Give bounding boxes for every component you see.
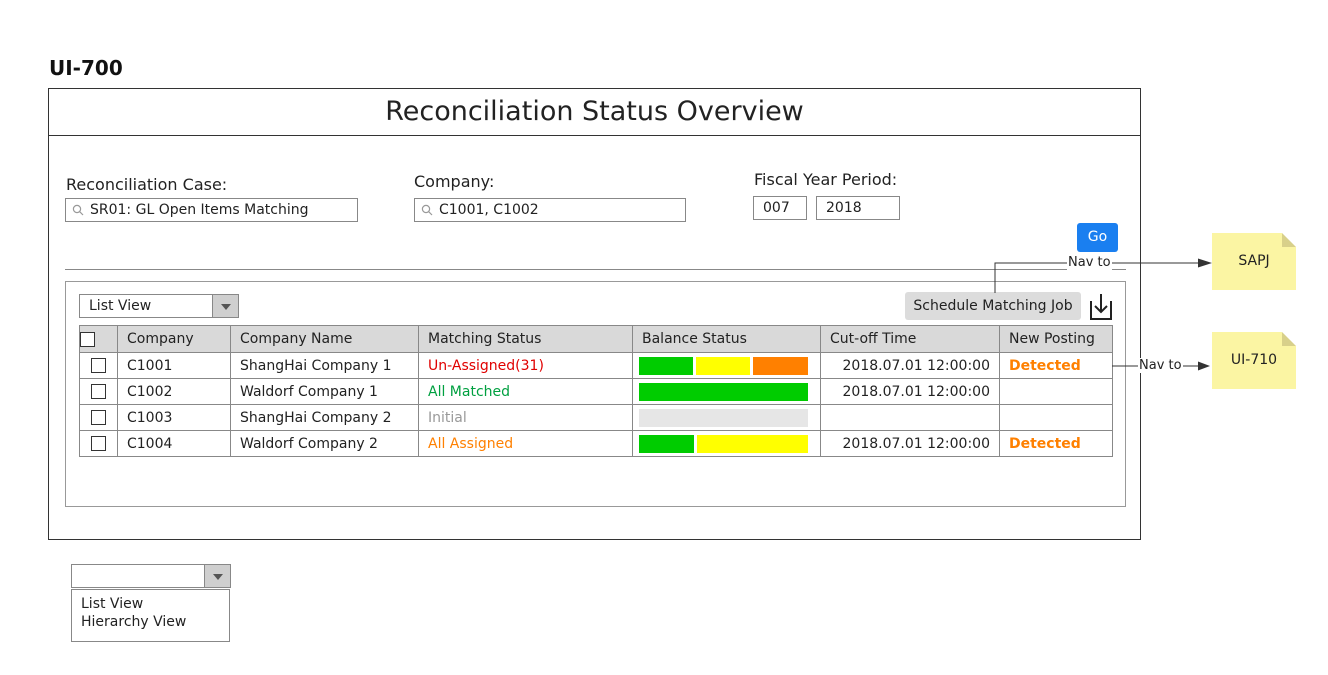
sticky-note-text: SAPJ	[1238, 253, 1270, 269]
company-cell: C1002	[117, 378, 231, 405]
row-checkbox[interactable]	[91, 410, 106, 425]
company-cell: C1001	[117, 352, 231, 379]
fiscal-year-input[interactable]: 2018	[816, 196, 900, 220]
row-checkbox-cell	[79, 430, 118, 457]
column-header-company[interactable]: Company	[117, 325, 231, 353]
fiscal-period-input[interactable]: 007	[753, 196, 807, 220]
table-row[interactable]: C1002 Waldorf Company 1 All Matched 2018.07…	[79, 378, 1113, 405]
note-fold	[1282, 332, 1296, 346]
row-checkbox-cell	[79, 404, 118, 431]
sticky-note-ui710: UI-710	[1212, 332, 1296, 389]
balance-segment	[753, 356, 808, 375]
dropdown-options-list: List View Hierarchy View	[71, 589, 230, 642]
matching-status-cell[interactable]: Un-Assigned(31)	[418, 352, 633, 379]
row-checkbox[interactable]	[91, 384, 106, 399]
dropdown-toggle[interactable]	[204, 565, 230, 587]
balance-status-cell	[632, 378, 821, 405]
company-cell: C1004	[117, 430, 231, 457]
reconciliation-case-value: SR01: GL Open Items Matching	[90, 202, 309, 218]
cutoff-time-cell: 2018.07.01 12:00:00	[820, 430, 1000, 457]
row-checkbox[interactable]	[91, 436, 106, 451]
balance-status-bar	[639, 408, 808, 427]
company-cell: C1003	[117, 404, 231, 431]
reconciliation-table: Company Company Name Matching Status Bal…	[79, 325, 1113, 457]
select-all-cell	[79, 325, 118, 353]
dropdown-option-hierarchy-view[interactable]: Hierarchy View	[72, 613, 229, 631]
sticky-note-text: UI-710	[1230, 352, 1278, 368]
balance-segment	[639, 382, 808, 401]
balance-segment	[639, 356, 693, 375]
note-fold	[1282, 233, 1296, 247]
balance-segment	[697, 434, 808, 453]
table-row[interactable]: C1003 ShangHai Company 2 Initial	[79, 404, 1113, 431]
column-header-new-posting[interactable]: New Posting	[999, 325, 1113, 353]
matching-status-cell[interactable]: All Matched	[418, 378, 633, 405]
column-header-balance-status[interactable]: Balance Status	[632, 325, 821, 353]
fiscal-year-period-label: Fiscal Year Period:	[754, 170, 898, 189]
table-row[interactable]: C1004 Waldorf Company 2 All Assigned 2018.0…	[79, 430, 1113, 457]
balance-status-cell	[632, 430, 821, 457]
sticky-note-sapj: SAPJ	[1212, 233, 1296, 290]
chevron-down-icon	[221, 304, 231, 310]
cutoff-time-cell: 2018.07.01 12:00:00	[820, 378, 1000, 405]
select-all-checkbox[interactable]	[80, 331, 95, 347]
column-header-cutoff-time[interactable]: Cut-off Time	[820, 325, 1000, 353]
table-header-row: Company Company Name Matching Status Bal…	[79, 325, 1113, 353]
company-name-cell: ShangHai Company 1	[230, 352, 419, 379]
column-header-company-name[interactable]: Company Name	[230, 325, 419, 353]
view-dropdown-popup-select[interactable]	[71, 564, 231, 588]
schedule-matching-job-button[interactable]: Schedule Matching Job	[905, 292, 1081, 320]
nav-to-label: Nav to	[1138, 358, 1183, 373]
new-posting-cell[interactable]: Detected	[999, 352, 1113, 379]
chevron-down-icon	[213, 574, 223, 580]
go-button[interactable]: Go	[1077, 223, 1118, 252]
cutoff-time-cell: 2018.07.01 12:00:00	[820, 352, 1000, 379]
reconciliation-case-input[interactable]: SR01: GL Open Items Matching	[65, 198, 358, 222]
company-input[interactable]: C1001, C1002	[414, 198, 686, 222]
screen-id: UI-700	[49, 56, 123, 80]
company-value: C1001, C1002	[439, 202, 539, 218]
company-label: Company:	[414, 172, 495, 191]
row-checkbox-cell	[79, 378, 118, 405]
page-title: Reconciliation Status Overview	[48, 88, 1141, 136]
view-select-value: List View	[89, 298, 152, 314]
table-row[interactable]: C1001 ShangHai Company 1 Un-Assigned(31) 20…	[79, 352, 1113, 379]
new-posting-cell[interactable]: Detected	[999, 430, 1113, 457]
balance-segment	[639, 434, 694, 453]
divider	[65, 269, 1126, 270]
new-posting-cell	[999, 404, 1113, 431]
balance-status-cell	[632, 352, 821, 379]
download-icon[interactable]	[1088, 293, 1114, 321]
search-icon	[72, 204, 84, 216]
cutoff-time-cell	[820, 404, 1000, 431]
reconciliation-case-label: Reconciliation Case:	[66, 175, 228, 194]
nav-to-label: Nav to	[1067, 255, 1112, 270]
balance-segment	[696, 356, 750, 375]
row-checkbox-cell	[79, 352, 118, 379]
dropdown-toggle[interactable]	[212, 295, 238, 317]
search-icon	[421, 204, 433, 216]
matching-status-cell[interactable]: All Assigned	[418, 430, 633, 457]
balance-status-bar	[639, 434, 808, 453]
balance-status-cell	[632, 404, 821, 431]
row-checkbox[interactable]	[91, 358, 106, 373]
company-name-cell: ShangHai Company 2	[230, 404, 419, 431]
dropdown-option-list-view[interactable]: List View	[72, 595, 229, 613]
matching-status-cell[interactable]: Initial	[418, 404, 633, 431]
balance-status-bar	[639, 382, 808, 401]
company-name-cell: Waldorf Company 2	[230, 430, 419, 457]
column-header-matching-status[interactable]: Matching Status	[418, 325, 633, 353]
company-name-cell: Waldorf Company 1	[230, 378, 419, 405]
balance-status-bar	[639, 356, 808, 375]
new-posting-cell	[999, 378, 1113, 405]
balance-segment	[639, 408, 808, 427]
view-select[interactable]: List View	[79, 294, 239, 318]
